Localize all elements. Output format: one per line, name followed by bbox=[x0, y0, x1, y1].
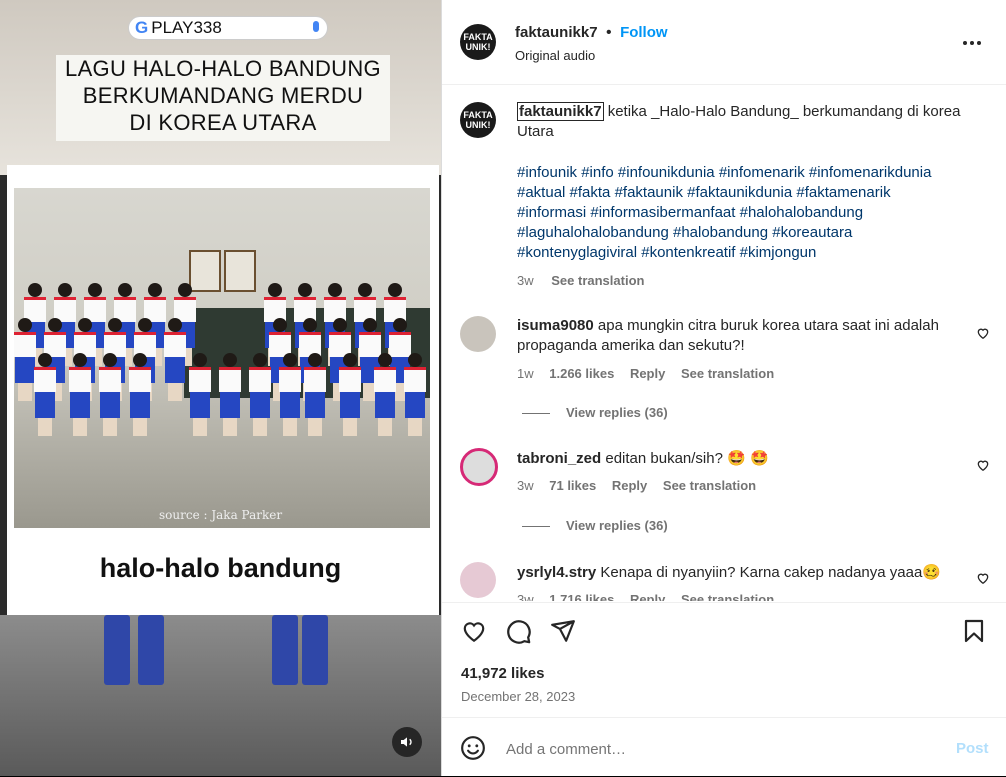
avatar-text: FAKTA UNIK! bbox=[463, 110, 493, 130]
comment-partial: ysrlyl4.stry Kenapa di nyanyiin? Karna c… bbox=[442, 558, 1006, 601]
replies-divider bbox=[522, 526, 550, 528]
comment-age: 1w bbox=[517, 366, 534, 381]
header-title-row: faktaunikk7 • Follow bbox=[515, 24, 668, 42]
choir-singer bbox=[374, 353, 396, 436]
view-replies-label: View replies (36) bbox=[566, 405, 668, 420]
overlay-search-bar: G PLAY338 bbox=[128, 16, 328, 40]
comment-meta: 1w 1.266 likes Reply See translation bbox=[517, 366, 774, 381]
heart-icon[interactable] bbox=[976, 326, 990, 340]
avatar-text: FAKTA UNIK! bbox=[463, 32, 493, 52]
choir-singer bbox=[14, 318, 36, 401]
separator-dot: • bbox=[606, 24, 612, 41]
media-blurred-background-bottom bbox=[0, 615, 441, 776]
comment-body: isuma9080 apa mungkin citra buruk korea … bbox=[517, 316, 967, 356]
comment-icon[interactable] bbox=[505, 618, 532, 650]
video-headline: LAGU HALO-HALO BANDUNG BERKUMANDANG MERD… bbox=[56, 55, 390, 141]
choir-singer bbox=[129, 353, 151, 436]
hashtag-line[interactable]: #laguhalohalobandung #halobandung #korea… bbox=[517, 223, 987, 243]
comment-body: tabroni_zed editan bukan/sih? 🤩 🤩 bbox=[517, 449, 967, 469]
hashtags: #infounik #info #infounikdunia #infomena… bbox=[517, 163, 987, 263]
send-icon[interactable] bbox=[550, 618, 576, 649]
comment-likes[interactable]: 71 likes bbox=[549, 478, 596, 493]
comment-username[interactable]: tabroni_zed bbox=[517, 450, 601, 467]
choir-singer bbox=[99, 353, 121, 436]
reply-button[interactable]: Reply bbox=[612, 478, 647, 493]
see-translation-link[interactable]: See translation bbox=[681, 366, 774, 381]
view-replies-button[interactable]: View replies (36) bbox=[522, 405, 668, 420]
choir-photo: source : Jaka Parker bbox=[14, 188, 430, 528]
hashtag-line[interactable]: #informasi #informasibermanfaat #halohal… bbox=[517, 203, 987, 223]
commenter-avatar[interactable] bbox=[460, 316, 496, 352]
see-translation-link[interactable]: See translation bbox=[551, 273, 644, 288]
comment-body: ysrlyl4.stry Kenapa di nyanyiin? Karna c… bbox=[517, 563, 967, 583]
comment-likes[interactable]: 1.716 likes bbox=[549, 592, 614, 601]
heart-icon[interactable] bbox=[976, 458, 990, 472]
caption-username[interactable]: faktaunikk7 bbox=[517, 102, 604, 121]
comment-age: 3w bbox=[517, 592, 534, 601]
see-translation-link[interactable]: See translation bbox=[663, 478, 756, 493]
comment-meta: 3w 71 likes Reply See translation bbox=[517, 478, 756, 493]
replies-divider bbox=[522, 413, 550, 415]
choir-singer bbox=[304, 353, 326, 436]
caption-meta: 3w See translation bbox=[517, 273, 644, 288]
post-actions: 41,972 likes December 28, 2023 bbox=[442, 602, 1006, 718]
heart-icon[interactable] bbox=[460, 618, 488, 649]
choir-singer bbox=[164, 318, 186, 401]
comment-text: Kenapa di nyanyiin? Karna cakep nadanya … bbox=[600, 564, 941, 581]
comment-username[interactable]: isuma9080 bbox=[517, 317, 594, 334]
view-replies-label: View replies (36) bbox=[566, 518, 668, 533]
comment-text: editan bukan/sih? 🤩 🤩 bbox=[605, 450, 769, 467]
hashtag-line[interactable]: #aktual #fakta #faktaunik #faktaunikduni… bbox=[517, 183, 987, 203]
reply-button[interactable]: Reply bbox=[630, 366, 665, 381]
comment-username[interactable]: ysrlyl4.stry bbox=[517, 564, 596, 581]
overlay-search-text: PLAY338 bbox=[151, 18, 222, 37]
photo-source-label: source : Jaka Parker bbox=[159, 508, 283, 522]
hashtag-line[interactable]: #kontenyglagiviral #kontenkreatif #kimjo… bbox=[517, 243, 987, 263]
headline-line: BERKUMANDANG MERDU bbox=[82, 83, 364, 108]
comment-composer: Post bbox=[442, 717, 1006, 777]
choir-singer bbox=[249, 353, 271, 436]
portrait-frame bbox=[224, 250, 256, 292]
choir-singer bbox=[189, 353, 211, 436]
post-header: FAKTA UNIK! faktaunikk7 • Follow Origina… bbox=[442, 0, 1006, 85]
post-date[interactable]: December 28, 2023 bbox=[461, 689, 575, 704]
author-avatar[interactable]: FAKTA UNIK! bbox=[460, 24, 496, 60]
post-comment-button[interactable]: Post bbox=[956, 740, 989, 757]
author-username[interactable]: faktaunikk7 bbox=[515, 24, 598, 41]
view-replies-button[interactable]: View replies (36) bbox=[522, 518, 668, 533]
choir-singer bbox=[69, 353, 91, 436]
post-caption: faktaunikk7 ketika _Halo-Halo Bandung_ b… bbox=[517, 102, 977, 142]
bookmark-icon[interactable] bbox=[962, 618, 986, 649]
microphone-icon bbox=[313, 21, 319, 32]
caption-age: 3w bbox=[517, 273, 534, 288]
likes-count[interactable]: 41,972 likes bbox=[461, 665, 544, 682]
comment-meta: 3w 1.716 likes Reply See translation bbox=[517, 592, 774, 601]
choir-singer bbox=[34, 353, 56, 436]
speaker-icon[interactable] bbox=[392, 727, 422, 757]
comment-likes[interactable]: 1.266 likes bbox=[549, 366, 614, 381]
google-g-icon: G bbox=[135, 18, 149, 37]
choir-singer bbox=[339, 353, 361, 436]
choir-singer bbox=[404, 353, 426, 436]
commenter-avatar-story-ring[interactable] bbox=[460, 448, 498, 486]
post-details-panel: FAKTA UNIK! faktaunikk7 • Follow Origina… bbox=[441, 0, 1006, 776]
caption-author-avatar[interactable]: FAKTA UNIK! bbox=[460, 102, 496, 138]
hashtag-line[interactable]: #infounik #info #infounikdunia #infomena… bbox=[517, 163, 987, 183]
choir-singer bbox=[279, 353, 301, 436]
comment-age: 3w bbox=[517, 478, 534, 493]
commenter-avatar[interactable] bbox=[460, 562, 496, 598]
heart-icon[interactable] bbox=[976, 571, 990, 585]
video-caption: halo-halo bandung bbox=[99, 553, 342, 583]
emoji-icon[interactable] bbox=[460, 735, 486, 766]
audio-label[interactable]: Original audio bbox=[515, 48, 595, 63]
post-media[interactable]: G PLAY338 LAGU HALO-HALO BANDUNG BERKUMA… bbox=[0, 0, 441, 776]
reply-button[interactable]: Reply bbox=[630, 592, 665, 601]
headline-line: LAGU HALO-HALO BANDUNG bbox=[65, 56, 381, 81]
choir-singer bbox=[219, 353, 241, 436]
follow-button[interactable]: Follow bbox=[620, 24, 668, 41]
headline-line: DI KOREA UTARA bbox=[129, 110, 317, 135]
see-translation-link[interactable]: See translation bbox=[681, 592, 774, 601]
more-horizontal-icon[interactable] bbox=[962, 30, 982, 59]
comment-input[interactable] bbox=[504, 735, 928, 763]
